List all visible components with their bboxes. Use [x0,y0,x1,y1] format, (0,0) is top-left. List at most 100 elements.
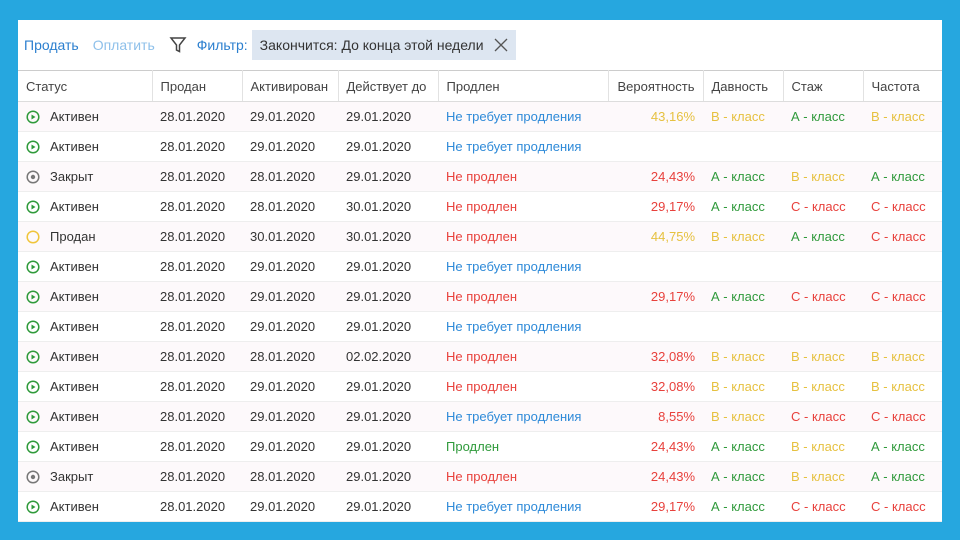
sold-date: 28.01.2020 [152,281,242,312]
sold-date: 28.01.2020 [152,341,242,372]
status-label: Активен [50,199,99,214]
column-header-recency[interactable]: Давность [703,70,784,102]
status-active-icon [26,499,50,514]
table-row[interactable]: Активен 28.01.2020 29.01.2020 29.01.2020 Не … [18,371,942,402]
table-row[interactable]: Активен 28.01.2020 29.01.2020 29.01.2020 Про… [18,431,942,462]
status-label: Активен [50,289,99,304]
recency-class: А - класс [703,491,783,522]
probability [608,131,703,162]
valid-until-date: 29.01.2020 [338,311,438,342]
frequency-class: А - класс [863,461,942,492]
activated-date: 29.01.2020 [242,251,338,282]
renewed-status: Не продлен [438,371,608,402]
recency-class: В - класс [703,101,783,132]
table-row[interactable]: Активен 28.01.2020 29.01.2020 29.01.2020 Не … [18,251,942,282]
sold-date: 28.01.2020 [152,401,242,432]
status-cell: Активен [18,131,152,162]
table-row[interactable]: Продан 28.01.2020 30.01.2020 30.01.2020 Не п… [18,221,942,252]
table-row[interactable]: Активен 28.01.2020 29.01.2020 29.01.2020 Не … [18,491,942,522]
filter-icon[interactable] [169,36,187,54]
sold-date: 28.01.2020 [152,161,242,192]
activated-date: 29.01.2020 [242,491,338,522]
probability: 24,43% [608,461,703,492]
column-header-probability[interactable]: Вероятность [608,70,704,102]
renewed-status: Не продлен [438,341,608,372]
table-row[interactable]: Закрыт 28.01.2020 28.01.2020 29.01.2020 Не п… [18,461,942,492]
activated-date: 29.01.2020 [242,431,338,462]
tenure-class: В - класс [783,161,863,192]
status-cell: Закрыт [18,461,152,492]
recency-class: В - класс [703,371,783,402]
status-label: Активен [50,439,99,454]
activated-date: 28.01.2020 [242,161,338,192]
column-header-tenure[interactable]: Стаж [783,70,864,102]
valid-until-date: 29.01.2020 [338,161,438,192]
status-label: Активен [50,349,99,364]
filter-label[interactable]: Фильтр: [197,37,248,53]
renewed-status: Продлен [438,431,608,462]
recency-class [703,131,783,162]
column-header-renewed[interactable]: Продлен [438,70,609,102]
status-active-icon [26,409,50,424]
probability: 29,17% [608,491,703,522]
status-sold-icon [26,229,50,244]
frequency-class [863,311,942,342]
table-row[interactable]: Активен 28.01.2020 29.01.2020 29.01.2020 Не … [18,401,942,432]
close-icon[interactable] [494,38,508,52]
status-label: Активен [50,139,99,154]
table-row[interactable]: Активен 28.01.2020 28.01.2020 02.02.2020 Не … [18,341,942,372]
frequency-class: С - класс [863,221,942,252]
pay-button[interactable]: Оплатить [93,37,155,53]
status-label: Закрыт [50,469,94,484]
probability: 24,43% [608,161,703,192]
table-row[interactable]: Активен 28.01.2020 29.01.2020 29.01.2020 Не … [18,131,942,162]
status-active-icon [26,349,50,364]
tenure-class: С - класс [783,281,863,312]
tenure-class: В - класс [783,341,863,372]
probability: 32,08% [608,341,703,372]
table-row[interactable]: Закрыт 28.01.2020 28.01.2020 29.01.2020 Не п… [18,161,942,192]
table-row[interactable]: Активен 28.01.2020 28.01.2020 30.01.2020 Не … [18,191,942,222]
status-active-icon [26,319,50,334]
status-cell: Продан [18,221,152,252]
probability: 8,55% [608,401,703,432]
recency-class [703,251,783,282]
activated-date: 29.01.2020 [242,101,338,132]
table-row[interactable]: Активен 28.01.2020 29.01.2020 29.01.2020 Не … [18,311,942,342]
toolbar: Продать Оплатить Фильтр: Закончится: До … [18,20,942,70]
renewed-status: Не продлен [438,461,608,492]
activated-date: 29.01.2020 [242,131,338,162]
status-cell: Активен [18,311,152,342]
tenure-class [783,131,863,162]
recency-class: В - класс [703,401,783,432]
column-header-sold[interactable]: Продан [152,70,243,102]
table-row[interactable]: Активен 28.01.2020 29.01.2020 29.01.2020 Не … [18,101,942,132]
filter-chip[interactable]: Закончится: До конца этой недели [251,30,516,60]
renewed-status: Не продлен [438,161,608,192]
column-header-status[interactable]: Статус [18,70,153,102]
status-active-icon [26,379,50,394]
status-label: Активен [50,379,99,394]
recency-class: А - класс [703,191,783,222]
valid-until-date: 29.01.2020 [338,131,438,162]
column-header-valid-until[interactable]: Действует до [338,70,439,102]
tenure-class [783,311,863,342]
probability: 43,16% [608,101,703,132]
sell-button[interactable]: Продать [24,37,79,53]
status-active-icon [26,259,50,274]
sold-date: 28.01.2020 [152,431,242,462]
renewed-status: Не требует продления [438,251,608,282]
table-row[interactable]: Активен 28.01.2020 29.01.2020 29.01.2020 Не … [18,281,942,312]
valid-until-date: 30.01.2020 [338,221,438,252]
contracts-table: Статус Продан Активирован Действует до Продл… [18,70,942,522]
column-header-frequency[interactable]: Частота [863,70,942,102]
contracts-panel: Продать Оплатить Фильтр: Закончится: До … [18,20,942,522]
activated-date: 30.01.2020 [242,221,338,252]
status-label: Активен [50,109,99,124]
activated-date: 28.01.2020 [242,341,338,372]
probability [608,251,703,282]
valid-until-date: 29.01.2020 [338,461,438,492]
column-header-activated[interactable]: Активирован [242,70,339,102]
renewed-status: Не требует продления [438,131,608,162]
status-active-icon [26,289,50,304]
